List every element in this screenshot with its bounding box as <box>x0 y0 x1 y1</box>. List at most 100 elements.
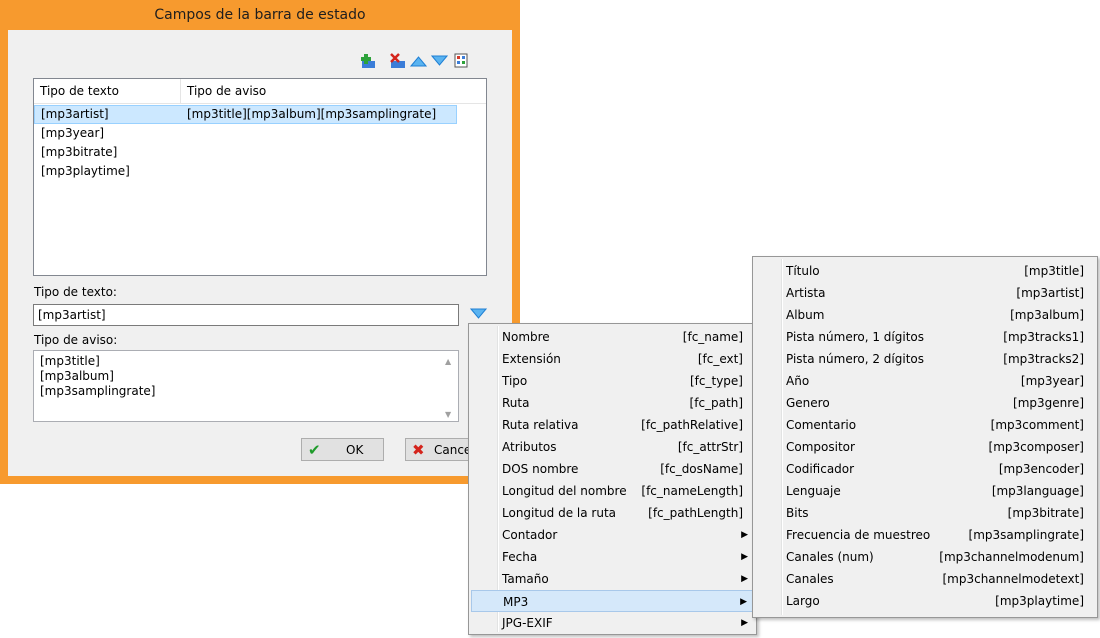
menu-item-label: MP3 <box>503 595 529 609</box>
menu-item-ano[interactable]: Año [mp3year] <box>755 370 1095 392</box>
checkmark-icon: ✔ <box>308 441 321 459</box>
ok-button[interactable]: ✔ OK <box>301 438 384 461</box>
dialog-title: Campos de la barra de estado <box>154 7 366 23</box>
menu-item-value: [mp3year] <box>1020 374 1084 388</box>
menu-item-label: Canales <box>786 572 834 586</box>
fields-list[interactable]: Tipo de texto Tipo de aviso [mp3artist] … <box>33 78 487 276</box>
menu-item-canales-num[interactable]: Canales (num) [mp3channelmodenum] <box>755 546 1095 568</box>
list-header: Tipo de texto Tipo de aviso <box>34 79 486 104</box>
menu-item-label: Album <box>786 308 825 322</box>
menu-item-longitud-nombre[interactable]: Longitud del nombre [fc_nameLength] <box>471 480 754 502</box>
menu-item-label: Fecha <box>502 550 538 564</box>
menu-item-label: Codificador <box>786 462 855 476</box>
menu-item-value: [mp3genre] <box>1013 396 1084 410</box>
menu-item-label: Contador <box>502 528 558 542</box>
menu-item-value: [mp3artist] <box>1016 286 1084 300</box>
scroll-up-icon[interactable]: ▲ <box>445 354 451 369</box>
menu-item-comentario[interactable]: Comentario [mp3comment] <box>755 414 1095 436</box>
menu-item-label: Tamaño <box>502 572 549 586</box>
menu-item-label: Longitud del nombre <box>502 484 627 498</box>
menu-item-dos-nombre[interactable]: DOS nombre [fc_dosName] <box>471 458 754 480</box>
dialog-body: Tipo de texto Tipo de aviso [mp3artist] … <box>8 30 512 476</box>
menu-item-value: [mp3album] <box>1010 308 1084 322</box>
menu-item-extension[interactable]: Extensión [fc_ext] <box>471 348 754 370</box>
menu-item-value: [fc_path] <box>689 396 743 410</box>
add-item-icon[interactable] <box>360 52 377 69</box>
list-row[interactable]: [mp3year] <box>34 124 486 143</box>
menu-item-value: [mp3comment] <box>990 418 1084 432</box>
menu-item-label: Largo <box>786 594 820 608</box>
grid-icon[interactable] <box>453 52 470 69</box>
menu-item-fecha[interactable]: Fecha ▶ <box>471 546 754 568</box>
menu-item-label: Extensión <box>502 352 561 366</box>
menu-item-atributos[interactable]: Atributos [fc_attrStr] <box>471 436 754 458</box>
menu-item-value: [fc_name] <box>682 330 743 344</box>
column-header-notice-type[interactable]: Tipo de aviso <box>181 79 486 103</box>
menu-item-value: [fc_nameLength] <box>641 484 743 498</box>
insert-field-dropdown-icon[interactable] <box>468 306 488 322</box>
menu-item-jpg-exif[interactable]: JPG-EXIF ▶ <box>471 612 754 634</box>
menu-item-artista[interactable]: Artista [mp3artist] <box>755 282 1095 304</box>
menu-item-value: [fc_dosName] <box>660 462 743 476</box>
menu-item-value: [mp3channelmodetext] <box>942 572 1084 586</box>
menu-item-canales[interactable]: Canales [mp3channelmodetext] <box>755 568 1095 590</box>
scroll-down-icon[interactable]: ▼ <box>445 407 451 422</box>
menu-item-codificador[interactable]: Codificador [mp3encoder] <box>755 458 1095 480</box>
menu-item-bits[interactable]: Bits [mp3bitrate] <box>755 502 1095 524</box>
menu-item-label: Lenguaje <box>786 484 841 498</box>
menu-item-label: Tipo <box>502 374 528 388</box>
menu-item-ruta[interactable]: Ruta [fc_path] <box>471 392 754 414</box>
column-header-text-type[interactable]: Tipo de texto <box>34 79 181 103</box>
menu-item-tipo[interactable]: Tipo [fc_type] <box>471 370 754 392</box>
notice-type-textarea[interactable]: [mp3title] [mp3album] [mp3samplingrate] … <box>33 350 459 422</box>
menu-item-pista-2[interactable]: Pista número, 2 dígitos [mp3tracks2] <box>755 348 1095 370</box>
menu-item-label: Canales (num) <box>786 550 874 564</box>
row-text-type: [mp3year] <box>41 126 105 140</box>
submenu-arrow-icon: ▶ <box>741 618 748 628</box>
menu-item-genero[interactable]: Genero [mp3genre] <box>755 392 1095 414</box>
menu-item-label: Ruta <box>502 396 530 410</box>
notice-type-label: Tipo de aviso: <box>34 333 118 347</box>
menu-item-nombre[interactable]: Nombre [fc_name] <box>471 326 754 348</box>
delete-item-icon[interactable] <box>389 52 406 69</box>
row-text-type: [mp3playtime] <box>41 164 130 178</box>
menu-item-value: [mp3tracks1] <box>1003 330 1084 344</box>
menu-item-longitud-ruta[interactable]: Longitud de la ruta [fc_pathLength] <box>471 502 754 524</box>
list-row[interactable]: [mp3artist] [mp3title][mp3album][mp3samp… <box>34 105 486 124</box>
menu-item-titulo[interactable]: Título [mp3title] <box>755 260 1095 282</box>
submenu-arrow-icon: ▶ <box>741 574 748 584</box>
menu-item-lenguaje[interactable]: Lenguaje [mp3language] <box>755 480 1095 502</box>
menu-item-pista-1[interactable]: Pista número, 1 dígitos [mp3tracks1] <box>755 326 1095 348</box>
status-bar-fields-dialog: Campos de la barra de estado Tipo de tex… <box>0 0 520 484</box>
menu-item-contador[interactable]: Contador ▶ <box>471 524 754 546</box>
submenu-arrow-icon: ▶ <box>741 552 748 562</box>
menu-item-label: Nombre <box>502 330 550 344</box>
menu-item-largo[interactable]: Largo [mp3playtime] <box>755 590 1095 612</box>
move-down-icon[interactable] <box>431 52 448 69</box>
menu-item-label: Bits <box>786 506 809 520</box>
text-type-input[interactable]: [mp3artist] <box>33 304 459 326</box>
text-type-label: Tipo de texto: <box>34 285 117 299</box>
menu-item-mp3[interactable]: MP3 ▶ <box>471 590 754 612</box>
menu-item-value: [fc_pathRelative] <box>641 418 743 432</box>
menu-item-compositor[interactable]: Compositor [mp3composer] <box>755 436 1095 458</box>
menu-item-tamano[interactable]: Tamaño ▶ <box>471 568 754 590</box>
submenu-arrow-icon: ▶ <box>740 597 747 607</box>
menu-item-label: Artista <box>786 286 826 300</box>
menu-item-album[interactable]: Album [mp3album] <box>755 304 1095 326</box>
textarea-scrollbar[interactable]: ▲ ▼ <box>441 351 458 421</box>
menu-item-label: Comentario <box>786 418 857 432</box>
notice-line: [mp3samplingrate] <box>40 384 156 398</box>
menu-item-label: Año <box>786 374 810 388</box>
row-text-type: [mp3artist] <box>41 107 109 121</box>
menu-item-label: Pista número, 2 dígitos <box>786 352 925 366</box>
menu-item-label: Frecuencia de muestreo <box>786 528 931 542</box>
list-row[interactable]: [mp3bitrate] <box>34 143 486 162</box>
menu-item-value: [mp3encoder] <box>998 462 1084 476</box>
cross-icon: ✖ <box>412 441 425 459</box>
move-up-icon[interactable] <box>410 52 427 69</box>
list-row[interactable]: [mp3playtime] <box>34 162 486 181</box>
menu-item-ruta-relativa[interactable]: Ruta relativa [fc_pathRelative] <box>471 414 754 436</box>
menu-item-label: Longitud de la ruta <box>502 506 617 520</box>
menu-item-frecuencia[interactable]: Frecuencia de muestreo [mp3samplingrate] <box>755 524 1095 546</box>
